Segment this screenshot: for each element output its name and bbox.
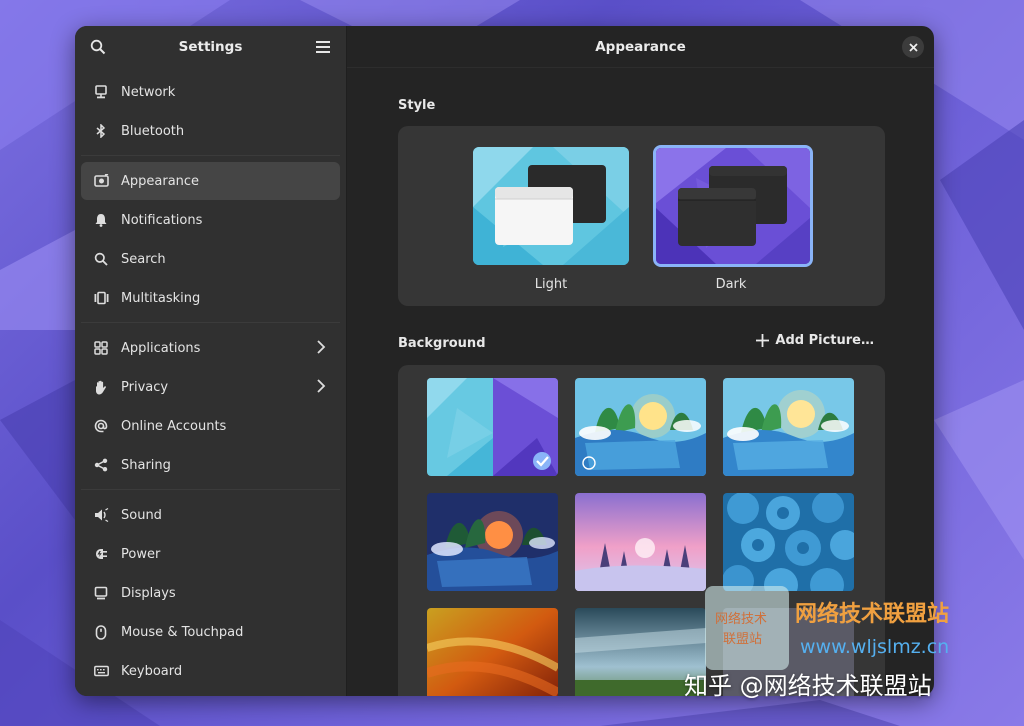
- sidebar-item-label: Search: [121, 251, 166, 267]
- multitasking-icon: [93, 290, 109, 306]
- sidebar-item-mouse-touchpad[interactable]: Mouse & Touchpad: [81, 613, 340, 651]
- sidebar-item-label: Displays: [121, 585, 176, 601]
- sidebar-item-label: Online Accounts: [121, 418, 227, 434]
- network-icon: [93, 84, 109, 100]
- speaker-icon: [93, 507, 109, 523]
- sidebar-item-notifications[interactable]: Notifications: [81, 201, 340, 239]
- sidebar-separator: [81, 489, 340, 490]
- hand-icon: [93, 379, 109, 395]
- background-image: [723, 493, 854, 591]
- background-thumb-landscape-night[interactable]: [427, 493, 558, 591]
- sidebar-item-label: Privacy: [121, 379, 169, 395]
- close-icon: [908, 42, 918, 52]
- search-button[interactable]: [87, 36, 109, 58]
- background-thumb-snowy-forest[interactable]: [575, 493, 706, 591]
- sidebar-item-label: Notifications: [121, 212, 203, 228]
- bell-icon: [93, 212, 109, 228]
- sidebar-item-label: Network: [121, 84, 176, 100]
- share-icon: [93, 457, 109, 473]
- sidebar-item-privacy[interactable]: Privacy: [81, 368, 340, 406]
- sidebar-item-online-accounts[interactable]: Online Accounts: [81, 407, 340, 445]
- sidebar-item-label: Mouse & Touchpad: [121, 624, 244, 640]
- sidebar-item-label: Applications: [121, 340, 201, 356]
- sidebar-item-label: Keyboard: [121, 663, 183, 679]
- chevron-right-icon: [317, 379, 326, 393]
- add-picture-button[interactable]: Add Picture…: [756, 333, 874, 348]
- plus-icon: [756, 334, 770, 347]
- sidebar-item-keyboard[interactable]: Keyboard: [81, 652, 340, 690]
- dark-theme-preview: [656, 148, 810, 264]
- light-theme-label: Light: [534, 277, 568, 292]
- bluetooth-icon: [93, 123, 109, 139]
- sidebar-item-label: Sharing: [121, 457, 171, 473]
- mouse-icon: [93, 624, 109, 640]
- sidebar-item-label: Power: [121, 546, 161, 562]
- sidebar-item-appearance[interactable]: Appearance: [81, 162, 340, 200]
- keyboard-icon: [93, 663, 109, 679]
- grid-icon: [93, 340, 109, 356]
- sidebar-item-label: Sound: [121, 507, 162, 523]
- watermark-site-name: 网络技术联盟站: [795, 602, 950, 627]
- menu-button[interactable]: [312, 36, 334, 58]
- add-picture-label: Add Picture…: [775, 333, 874, 348]
- background-image: [427, 378, 558, 476]
- sidebar-header: Settings: [75, 26, 346, 68]
- sidebar-item-label: Appearance: [121, 173, 200, 189]
- hamburger-icon: [315, 41, 330, 53]
- background-thumb-triangles[interactable]: [427, 378, 558, 476]
- sidebar-item-displays[interactable]: Displays: [81, 574, 340, 612]
- sidebar: Settings Network Bluetooth Appearance No…: [75, 26, 347, 696]
- watermark-logo-text-2: 联盟站: [723, 632, 763, 647]
- appearance-icon: [93, 173, 109, 189]
- background-thumb-landscape-day[interactable]: [575, 378, 706, 476]
- power-icon: [93, 546, 109, 562]
- background-section-label: Background: [398, 336, 486, 351]
- sidebar-item-network[interactable]: Network: [81, 73, 340, 111]
- chevron-right-icon: [317, 340, 326, 354]
- sidebar-separator: [81, 155, 340, 156]
- background-image: [723, 378, 854, 476]
- sidebar-item-bluetooth[interactable]: Bluetooth: [81, 112, 340, 150]
- sidebar-separator: [81, 322, 340, 323]
- background-thumb-macro-texture[interactable]: [427, 608, 558, 696]
- sidebar-item-applications[interactable]: Applications: [81, 329, 340, 367]
- dark-theme-label: Dark: [715, 277, 747, 292]
- style-section-label: Style: [398, 98, 436, 113]
- light-theme-preview: [473, 147, 629, 265]
- watermark-logo: 网络技术 联盟站: [705, 586, 789, 670]
- background-image: [427, 493, 558, 591]
- sidebar-item-sound[interactable]: Sound: [81, 496, 340, 534]
- background-thumb-blue-pattern[interactable]: [723, 493, 854, 591]
- main-header: Appearance: [347, 26, 934, 68]
- watermark-zhihu: 知乎 @网络技术联盟站: [684, 672, 932, 700]
- sidebar-item-multitasking[interactable]: Multitasking: [81, 279, 340, 317]
- watermark-url: www.wljslmz.cn: [800, 636, 950, 658]
- sidebar-list: Network Bluetooth Appearance Notificatio…: [75, 68, 346, 695]
- sidebar-title: Settings: [178, 39, 243, 55]
- close-button[interactable]: [902, 36, 924, 58]
- style-options: Light Dark: [398, 126, 885, 306]
- sidebar-item-power[interactable]: Power: [81, 535, 340, 573]
- at-icon: [93, 418, 109, 434]
- search-icon: [93, 251, 109, 267]
- background-thumb-landscape-day-alt[interactable]: [723, 378, 854, 476]
- sidebar-item-sharing[interactable]: Sharing: [81, 446, 340, 484]
- search-icon: [90, 39, 106, 55]
- sidebar-item-search[interactable]: Search: [81, 240, 340, 278]
- sidebar-item-label: Multitasking: [121, 290, 201, 306]
- background-image: [575, 493, 706, 591]
- dark-theme-option[interactable]: [653, 145, 813, 267]
- sidebar-item-label: Bluetooth: [121, 123, 185, 139]
- display-icon: [93, 585, 109, 601]
- page-title: Appearance: [595, 38, 686, 55]
- light-theme-option[interactable]: [473, 147, 629, 265]
- watermark-logo-text-1: 网络技术: [715, 612, 768, 627]
- background-image: [427, 608, 558, 696]
- background-image: [575, 378, 706, 476]
